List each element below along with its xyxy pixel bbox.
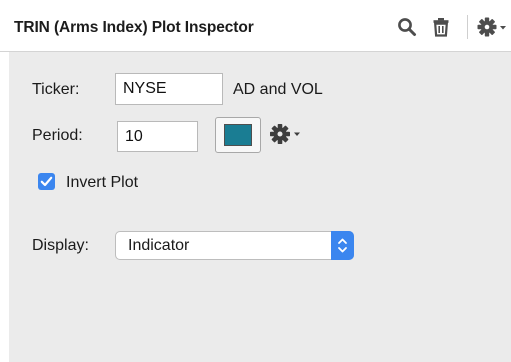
dropdown-caret-icon [294, 132, 300, 136]
trash-icon[interactable] [430, 16, 452, 38]
ticker-label: Ticker: [32, 81, 80, 98]
select-stepper [331, 231, 354, 260]
invert-plot-label[interactable]: Invert Plot [66, 174, 138, 192]
inspector-title: TRIN (Arms Index) Plot Inspector [14, 19, 254, 36]
display-select[interactable]: Indicator [115, 231, 354, 260]
search-icon[interactable] [396, 16, 418, 38]
color-well-button[interactable] [215, 117, 261, 153]
invert-plot-checkbox[interactable] [38, 173, 55, 190]
period-input[interactable] [117, 121, 198, 152]
color-gear-menu[interactable] [268, 121, 308, 147]
display-selected-value: Indicator [128, 237, 190, 254]
color-swatch [224, 124, 252, 146]
header-gear-menu[interactable] [477, 16, 511, 38]
ticker-suffix-label: AD and VOL [233, 81, 323, 98]
ticker-input[interactable] [115, 73, 223, 105]
inspector-header: TRIN (Arms Index) Plot Inspector [0, 0, 511, 52]
dropdown-caret-icon [500, 26, 506, 30]
gear-icon [270, 124, 290, 144]
period-label: Period: [32, 127, 83, 144]
up-down-chevron-icon [338, 238, 347, 253]
gear-icon [477, 17, 497, 37]
header-separator [467, 15, 468, 39]
plot-inspector-panel: TRIN (Arms Index) Plot Inspector Ticker:… [0, 0, 511, 362]
checkmark-icon [40, 176, 53, 187]
display-label: Display: [32, 237, 89, 254]
